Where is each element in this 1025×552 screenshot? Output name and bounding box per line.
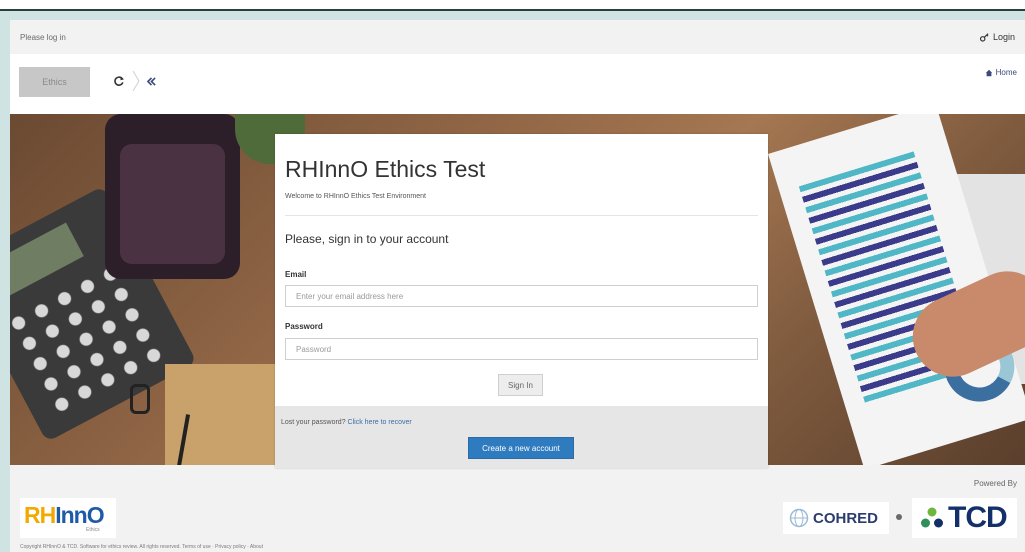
- rhinno-logo: RHInnO Ethics: [20, 498, 116, 538]
- rhinno-rh: RH: [24, 501, 56, 528]
- login-label: Login: [992, 32, 1015, 42]
- page-title: RHInnO Ethics Test: [285, 156, 486, 182]
- login-link[interactable]: Login: [979, 32, 1015, 42]
- home-link[interactable]: Home: [985, 68, 1017, 77]
- powered-by-label: Powered By: [973, 479, 1017, 488]
- password-input[interactable]: [285, 338, 758, 360]
- tcd-logo: TCD: [912, 498, 1017, 538]
- email-label: Email: [285, 270, 307, 279]
- site-logo[interactable]: Ethics: [19, 67, 90, 97]
- top-frame-bar: [0, 0, 1025, 11]
- status-bar: Please log in Login: [10, 20, 1025, 54]
- nav-controls: [113, 70, 156, 92]
- create-account-button[interactable]: Create a new account: [468, 437, 574, 459]
- breadcrumb: Please log in: [20, 32, 66, 42]
- recover-password-link[interactable]: Click here to recover: [348, 419, 412, 426]
- email-input[interactable]: [285, 285, 758, 307]
- home-label: Home: [995, 68, 1017, 77]
- rhinno-sub: Ethics: [86, 526, 100, 533]
- tcd-text: TCD: [948, 501, 1008, 534]
- lost-password-row: Lost your password? Click here to recove…: [281, 419, 412, 426]
- rhinno-inno: InnO: [55, 501, 104, 528]
- signin-button[interactable]: Sign In: [498, 374, 543, 396]
- key-icon: [979, 32, 989, 42]
- logo-separator-dot: [896, 514, 902, 520]
- wallet-image: [105, 114, 240, 279]
- tcd-emblem-icon: [921, 507, 943, 528]
- nav-bar: Ethics Home: [10, 54, 1025, 114]
- login-card: RHInnO Ethics Test Welcome to RHInnO Eth…: [275, 134, 768, 468]
- globe-icon: [789, 508, 809, 528]
- card-footer: Lost your password? Click here to recove…: [275, 406, 768, 468]
- clip-image: [130, 384, 150, 414]
- signin-heading: Please, sign in to your account: [285, 232, 449, 246]
- cohred-text: COHRED: [813, 509, 879, 527]
- lost-password-text: Lost your password?: [281, 419, 346, 426]
- app-window: Please log in Login Ethics Home RHInnO E…: [10, 20, 1025, 552]
- password-label: Password: [285, 322, 323, 331]
- chevron-right-icon: [132, 70, 140, 92]
- cohred-logo: COHRED: [783, 502, 889, 534]
- home-icon: [985, 69, 992, 76]
- welcome-text: Welcome to RHInnO Ethics Test Environmen…: [285, 193, 426, 200]
- card-divider: [285, 215, 758, 216]
- logo-placeholder-text: Ethics: [42, 77, 67, 87]
- double-chevron-left-icon[interactable]: [147, 76, 156, 86]
- copyright-text: Copyright RHInnO & TCD. Software for eth…: [20, 544, 263, 550]
- rhinno-wordmark: RHInnO: [24, 501, 105, 528]
- refresh-icon[interactable]: [113, 75, 125, 87]
